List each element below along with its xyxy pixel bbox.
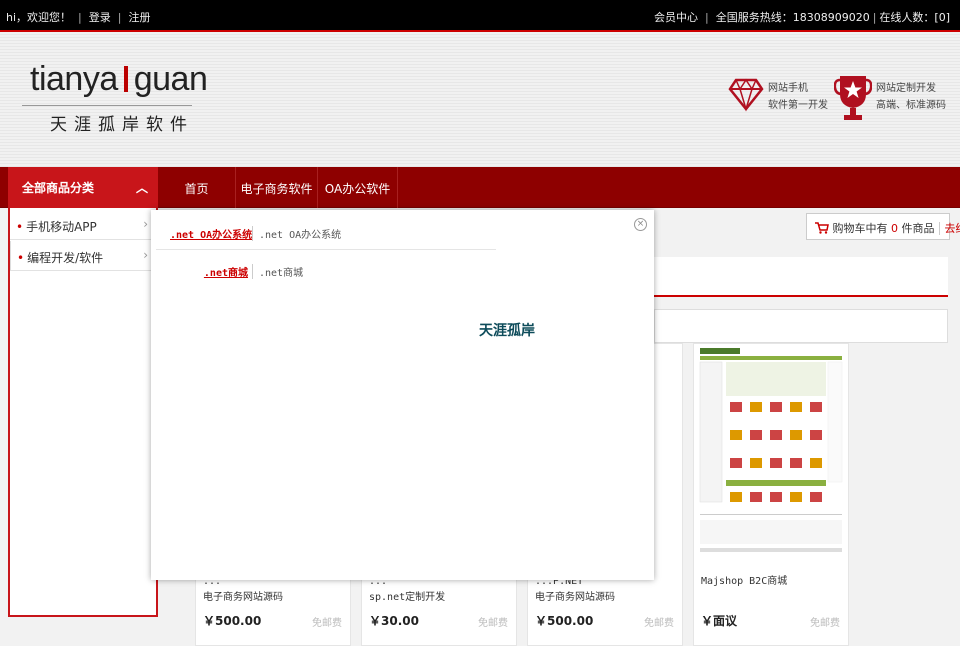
greeting-text: hi，欢迎您！	[6, 11, 72, 24]
nav-item-ecommerce[interactable]: 电子商务软件	[236, 167, 318, 208]
popup-subcategory-link[interactable]: .net OA办公系统	[252, 226, 341, 241]
product-price: ￥500.00	[203, 614, 262, 628]
hotline-text: 全国服务热线：18308909020	[715, 11, 870, 24]
close-icon[interactable]: ×	[634, 218, 647, 231]
logo-text-right: guan	[133, 60, 208, 98]
shipping-label: 免邮费	[478, 618, 508, 629]
trophy-icon	[834, 76, 872, 120]
section-header	[654, 257, 948, 297]
shipping-label: 免邮费	[810, 618, 840, 629]
category-sidebar: • 手机移动APP › • 编程开发/软件 ›	[8, 208, 158, 617]
promo-custom: 网站定制开发 高端、标准源码	[876, 83, 946, 111]
site-header: tianya guan 天涯孤岸软件 网站手机 软件第一开发 网站定制开发 高端、…	[0, 32, 960, 167]
nav-item-home[interactable]: 首页	[158, 167, 236, 208]
sidebar-item-programming[interactable]: • 编程开发/软件 ›	[10, 241, 154, 271]
product-image[interactable]	[696, 346, 846, 556]
product-price: ￥500.00	[535, 614, 594, 628]
main-nav: 全部商品分类 ︿ 首页 电子商务软件 OA办公软件	[0, 167, 960, 208]
promo-mobile: 网站手机 软件第一开发	[768, 83, 828, 111]
online-count: 在线人数：[0]	[879, 11, 950, 24]
product-card[interactable]: Majshop B2C商城 ￥面议 免邮费	[693, 343, 849, 646]
chevron-right-icon: ›	[143, 217, 148, 231]
checkout-link[interactable]: 去结算	[938, 222, 960, 235]
popup-row: .net商城 .net商城	[156, 250, 496, 288]
logo[interactable]: tianya guan	[30, 60, 208, 99]
popup-subcategory-link[interactable]: .net商城	[252, 264, 303, 279]
shipping-label: 免邮费	[644, 618, 674, 629]
logo-chinese: 天涯孤岸软件	[50, 115, 194, 135]
nav-item-oa[interactable]: OA办公软件	[318, 167, 398, 208]
all-categories-button[interactable]: 全部商品分类 ︿	[8, 167, 158, 208]
product-price: ￥面议	[701, 614, 738, 628]
product-thumbnail	[696, 346, 846, 556]
chevron-up-icon: ︿	[135, 181, 148, 195]
cart-count: 0	[891, 222, 898, 235]
category-popup: × .net OA办公系统 .net OA办公系统 .net商城 .net商城 …	[151, 210, 654, 580]
login-link[interactable]: 登录	[89, 11, 111, 24]
top-bar: hi，欢迎您！ | 登录 | 注册 会员中心 | 全国服务热线：18308909020 | 在线…	[0, 0, 960, 32]
popup-row: .net OA办公系统 .net OA办公系统	[156, 212, 496, 250]
logo-text-left: tianya	[30, 60, 118, 98]
chevron-right-icon: ›	[143, 248, 148, 262]
popup-category-link[interactable]: .net OA办公系统	[170, 226, 252, 241]
diamond-icon	[728, 78, 764, 112]
popup-category-link[interactable]: .net商城	[170, 264, 248, 279]
sidebar-item-mobile-app[interactable]: • 手机移动APP ›	[10, 210, 154, 240]
product-price: ￥30.00	[369, 614, 419, 628]
popup-brand-text: 天涯孤岸	[479, 323, 535, 339]
shipping-label: 免邮费	[312, 618, 342, 629]
register-link[interactable]: 注册	[128, 11, 150, 24]
member-center-link[interactable]: 会员中心	[654, 11, 698, 24]
cart-icon	[815, 222, 829, 234]
cart-summary[interactable]: 购物车中有 0 件商品去结算	[806, 213, 960, 240]
filter-bar	[654, 309, 948, 343]
